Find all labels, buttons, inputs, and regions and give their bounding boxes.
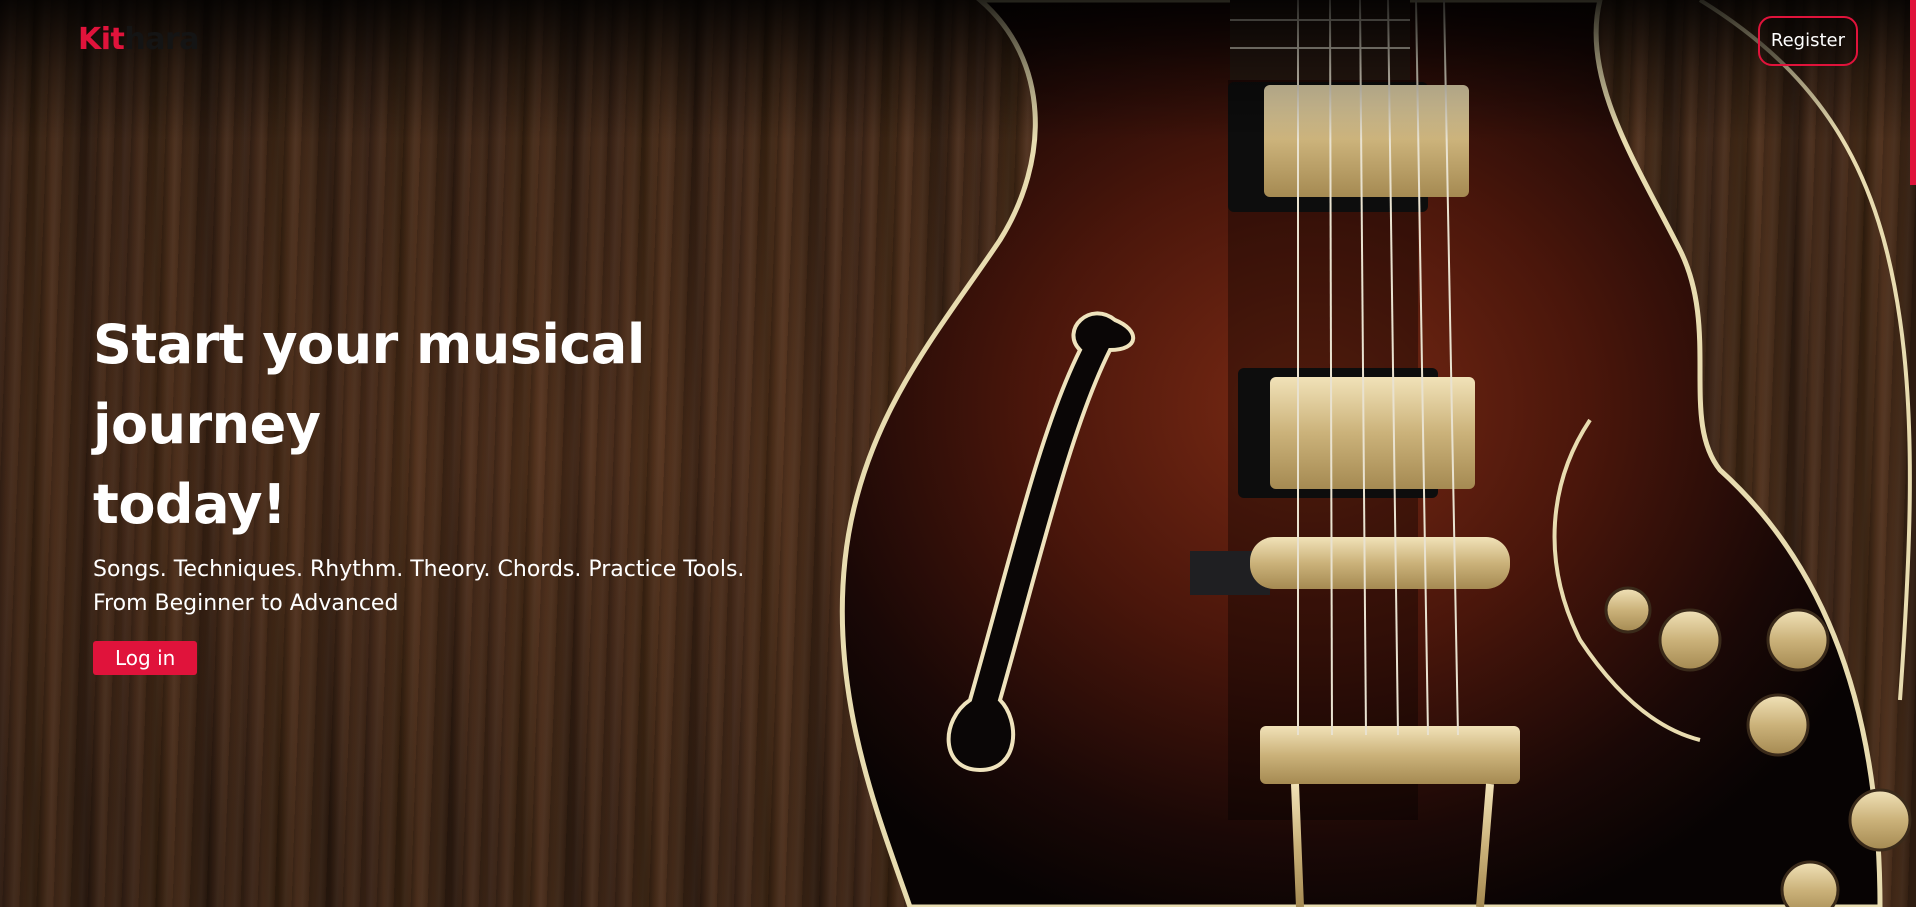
hero-title-line-2: today! [93,473,287,536]
hero-title: Start your musical journey today! [93,305,873,545]
scrollbar-thumb[interactable] [1910,0,1916,185]
hero-content: Start your musical journey today! Songs.… [93,305,873,675]
hero-subtitle-line-1: Songs. Techniques. Rhythm. Theory. Chord… [93,557,745,582]
logo-text-secondary: hara [124,22,200,57]
hero-title-line-1: Start your musical journey [93,313,645,456]
hero-subtitle: Songs. Techniques. Rhythm. Theory. Chord… [93,553,873,621]
register-button[interactable]: Register [1757,16,1858,66]
hero-section: Kithara Register Start your musical jour… [0,0,1916,907]
logo-text-primary: Kit [78,22,125,57]
top-navbar: Kithara Register [0,0,1916,80]
site-logo[interactable]: Kithara [78,22,200,57]
hero-subtitle-line-2: From Beginner to Advanced [93,591,399,616]
login-button[interactable]: Log in [93,641,198,675]
